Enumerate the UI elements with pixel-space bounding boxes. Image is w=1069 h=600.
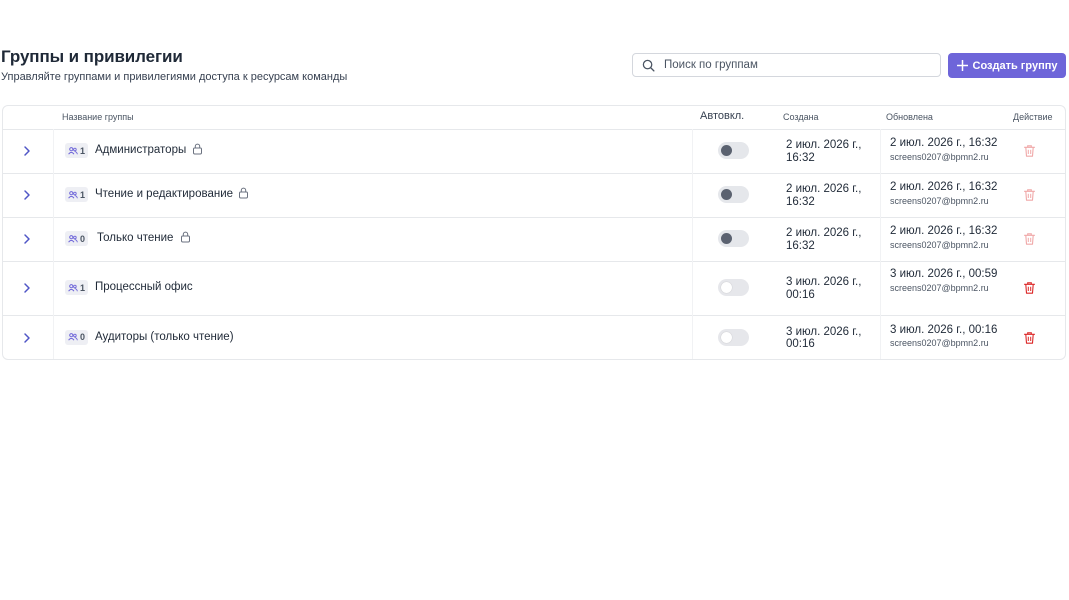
users-icon	[68, 234, 78, 243]
column-divider	[692, 129, 693, 173]
column-divider	[53, 129, 54, 173]
table-row[interactable]: 1 Администраторы 2 июл. 2026 г., 16:32 2 ию…	[3, 129, 1065, 174]
users-icon	[68, 283, 78, 292]
group-name[interactable]: Аудиторы (только чтение)	[95, 331, 234, 343]
column-header-updated[interactable]: Обновлена	[886, 112, 933, 122]
page-subtitle: Управляйте группами и привилегиями досту…	[1, 71, 348, 83]
auto-enable-toggle[interactable]	[718, 279, 749, 296]
delete-trash-icon	[1023, 189, 1036, 201]
column-header-auto[interactable]: Автовкл.	[700, 110, 744, 122]
column-divider	[53, 315, 54, 359]
column-divider	[53, 217, 54, 261]
page-title: Группы и привилегии	[1, 47, 183, 66]
updated-date: 3 июл. 2026 г., 00:59	[890, 268, 998, 280]
updated-date: 2 июл. 2026 г., 16:32	[890, 137, 998, 149]
table-row[interactable]: 1 Чтение и редактирование 2 июл. 2026 г., …	[3, 173, 1065, 218]
created-date: 2 июл. 2026 г., 16:32	[786, 139, 862, 164]
lock-icon	[193, 143, 202, 155]
auto-enable-toggle[interactable]	[718, 142, 749, 159]
lock-icon	[239, 187, 248, 199]
member-count-badge: 1	[65, 187, 89, 202]
updated-by-email: screens0207@bpmn2.ru	[890, 151, 989, 162]
search-box[interactable]	[632, 53, 941, 77]
group-name[interactable]: Администраторы	[95, 144, 186, 156]
column-divider	[692, 173, 693, 217]
toggle-knob	[721, 331, 732, 343]
table-row[interactable]: 0 Только чтение 2 июл. 2026 г., 16:32 2 июл…	[3, 217, 1065, 262]
member-count: 1	[80, 145, 86, 156]
column-divider	[880, 315, 881, 359]
expand-chevron-icon[interactable]	[21, 189, 33, 201]
column-header-name[interactable]: Название группы	[62, 112, 134, 122]
member-count: 1	[80, 282, 86, 293]
delete-trash-icon	[1023, 145, 1036, 157]
created-date: 2 июл. 2026 г., 16:32	[786, 227, 862, 252]
plus-icon	[956, 60, 968, 71]
table-row[interactable]: 1 Процессный офис 3 июл. 2026 г., 00:16 3 и…	[3, 261, 1065, 316]
updated-by-email: screens0207@bpmn2.ru	[890, 282, 989, 293]
column-divider	[692, 217, 693, 261]
expand-chevron-icon[interactable]	[21, 233, 33, 245]
updated-date: 2 июл. 2026 г., 16:32	[890, 225, 998, 237]
search-icon	[642, 59, 655, 72]
toggle-knob	[721, 233, 732, 244]
delete-trash-icon[interactable]	[1023, 331, 1036, 345]
member-count-badge: 1	[65, 143, 89, 158]
column-divider	[692, 315, 693, 359]
column-divider	[53, 261, 54, 315]
group-name[interactable]: Только чтение	[97, 232, 173, 244]
lock-icon	[181, 231, 190, 243]
expand-chevron-icon[interactable]	[21, 282, 33, 294]
column-header-created[interactable]: Создана	[783, 112, 819, 122]
search-input[interactable]	[664, 56, 934, 74]
updated-cell: 2 июл. 2026 г., 16:32 screens0207@bpmn2.r…	[890, 181, 1008, 207]
column-divider	[880, 217, 881, 261]
column-divider	[880, 173, 881, 217]
member-count-badge: 0	[65, 329, 89, 345]
users-icon	[68, 190, 78, 199]
updated-cell: 3 июл. 2026 г., 00:16 screens0207@bpmn2.r…	[890, 324, 1008, 350]
updated-date: 3 июл. 2026 г., 00:16	[890, 323, 998, 336]
member-count-badge: 1	[65, 280, 89, 295]
column-divider	[53, 173, 54, 217]
member-count: 1	[80, 189, 86, 200]
delete-trash-icon[interactable]	[1023, 281, 1036, 295]
group-name[interactable]: Чтение и редактирование	[95, 188, 233, 200]
updated-by-email: screens0207@bpmn2.ru	[890, 195, 989, 206]
updated-by-email: screens0207@bpmn2.ru	[890, 239, 989, 250]
toggle-knob	[721, 189, 732, 200]
create-group-button[interactable]: Создать группу	[948, 53, 1066, 78]
created-date: 3 июл. 2026 г., 00:16	[786, 325, 862, 351]
column-divider	[880, 129, 881, 173]
updated-by-email: screens0207@bpmn2.ru	[890, 338, 989, 348]
auto-enable-toggle[interactable]	[718, 230, 749, 247]
toggle-knob	[721, 282, 732, 293]
group-name[interactable]: Процессный офис	[95, 281, 193, 293]
updated-cell: 3 июл. 2026 г., 00:59 screens0207@bpmn2.r…	[890, 268, 1008, 294]
delete-trash-icon	[1023, 233, 1036, 245]
create-group-label: Создать группу	[972, 59, 1058, 72]
users-icon	[68, 146, 78, 155]
updated-date: 2 июл. 2026 г., 16:32	[890, 181, 998, 193]
table-header: Название группы Автовкл. Создана Обновле…	[3, 106, 1065, 130]
column-divider	[692, 261, 693, 315]
expand-chevron-icon[interactable]	[21, 145, 33, 157]
updated-cell: 2 июл. 2026 г., 16:32 screens0207@bpmn2.r…	[890, 225, 1008, 251]
column-divider	[880, 261, 881, 315]
member-count: 0	[80, 332, 86, 342]
updated-cell: 2 июл. 2026 г., 16:32 screens0207@bpmn2.r…	[890, 137, 1008, 163]
auto-enable-toggle[interactable]	[718, 328, 749, 346]
member-count-badge: 0	[65, 231, 89, 246]
auto-enable-toggle[interactable]	[718, 186, 749, 203]
groups-table: Название группы Автовкл. Создана Обновле…	[2, 105, 1066, 360]
created-date: 3 июл. 2026 г., 00:16	[786, 276, 862, 301]
member-count: 0	[80, 233, 86, 244]
toggle-knob	[721, 145, 732, 156]
users-icon	[68, 333, 78, 341]
column-header-action: Действие	[1013, 112, 1053, 122]
expand-chevron-icon[interactable]	[21, 332, 33, 344]
created-date: 2 июл. 2026 г., 16:32	[786, 183, 862, 208]
table-row[interactable]: 0 Аудиторы (только чтение) 3 июл. 2026 г.,…	[3, 315, 1065, 359]
